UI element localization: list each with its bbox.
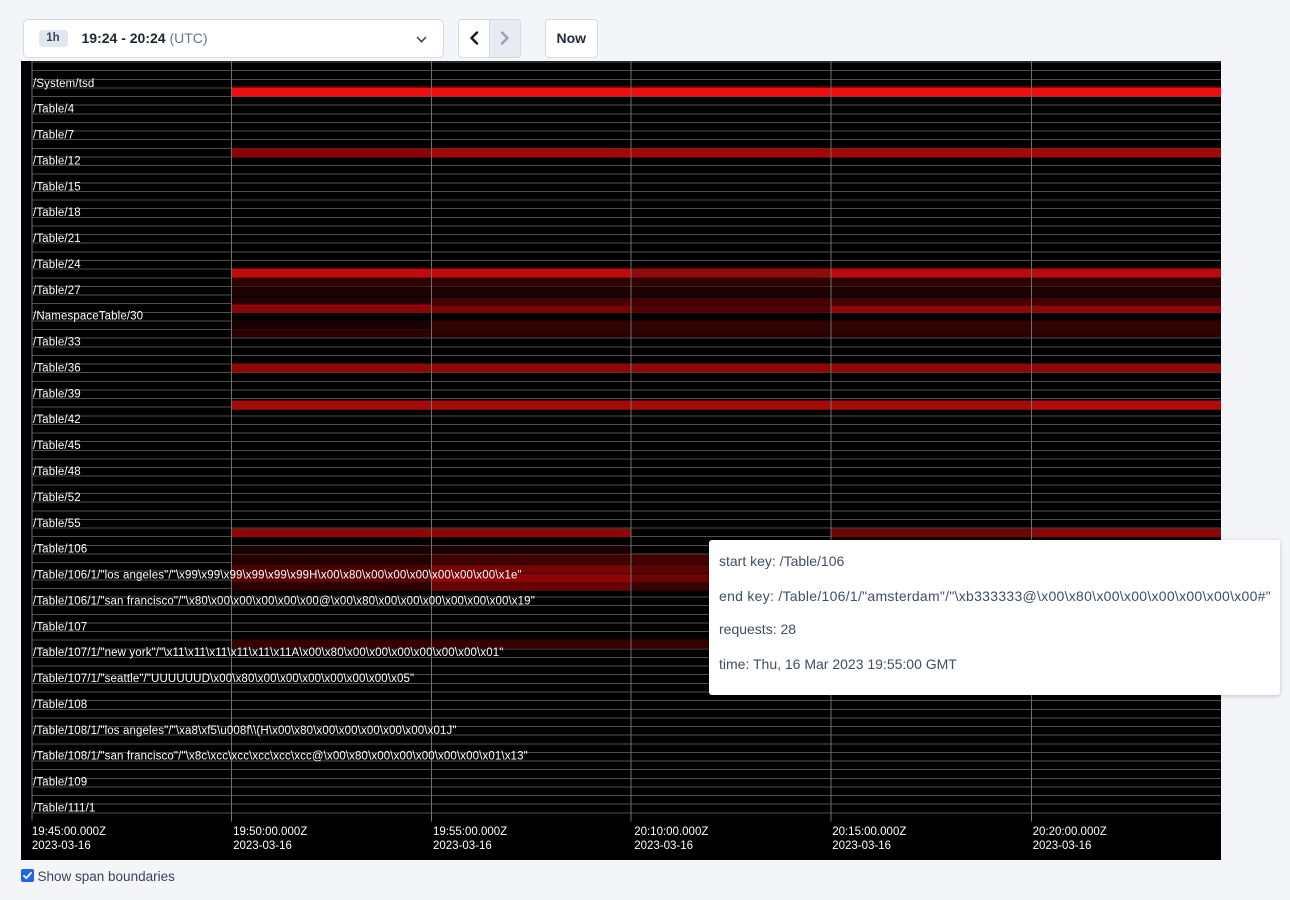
svg-text:/Table/45: /Table/45 — [33, 440, 81, 452]
svg-text:2023-03-16: 2023-03-16 — [832, 840, 891, 852]
svg-text:/Table/106/1/"los angeles"/"\x: /Table/106/1/"los angeles"/"\x99\x99\x99… — [33, 570, 522, 582]
svg-text:2023-03-16: 2023-03-16 — [31, 840, 90, 852]
svg-text:/Table/15: /Table/15 — [33, 181, 81, 193]
svg-text:/Table/7: /Table/7 — [33, 130, 74, 142]
svg-text:/Table/42: /Table/42 — [33, 414, 81, 426]
svg-text:/Table/106: /Table/106 — [33, 544, 87, 556]
svg-text:19:45:00.000Z: 19:45:00.000Z — [31, 826, 105, 838]
svg-text:/Table/48: /Table/48 — [33, 466, 81, 478]
svg-text:/Table/21: /Table/21 — [33, 233, 81, 245]
svg-text:/Table/106/1/"san francisco"/": /Table/106/1/"san francisco"/"\x80\x00\x… — [33, 595, 535, 607]
svg-text:/Table/107/1/"seattle"/"UUUUUU: /Table/107/1/"seattle"/"UUUUUUD\x00\x80\… — [33, 673, 414, 685]
svg-text:/Table/108: /Table/108 — [33, 699, 87, 711]
svg-text:/NamespaceTable/30: /NamespaceTable/30 — [33, 311, 143, 323]
svg-text:/Table/55: /Table/55 — [33, 518, 81, 530]
svg-text:20:15:00.000Z: 20:15:00.000Z — [832, 826, 906, 838]
svg-text:/Table/33: /Table/33 — [33, 337, 81, 349]
svg-text:2023-03-16: 2023-03-16 — [233, 840, 292, 852]
svg-text:/Table/52: /Table/52 — [33, 492, 81, 504]
svg-text:/Table/39: /Table/39 — [33, 388, 81, 400]
svg-text:/Table/18: /Table/18 — [33, 207, 81, 219]
svg-text:/Table/107/1/"new york"/"\x11\: /Table/107/1/"new york"/"\x11\x11\x11\x1… — [33, 647, 503, 659]
svg-text:/Table/109: /Table/109 — [33, 777, 87, 789]
svg-text:20:10:00.000Z: 20:10:00.000Z — [634, 826, 708, 838]
svg-text:19:55:00.000Z: 19:55:00.000Z — [433, 826, 507, 838]
svg-text:/Table/4: /Table/4 — [33, 104, 75, 116]
svg-text:/Table/12: /Table/12 — [33, 155, 81, 167]
svg-text:/Table/108/1/"san francisco"/": /Table/108/1/"san francisco"/"\x8c\xcc\x… — [33, 751, 528, 763]
svg-text:/System/tsd: /System/tsd — [33, 78, 94, 90]
svg-text:19:50:00.000Z: 19:50:00.000Z — [233, 826, 307, 838]
svg-text:2023-03-16: 2023-03-16 — [433, 840, 492, 852]
svg-text:/Table/24: /Table/24 — [33, 259, 81, 271]
svg-text:/Table/108/1/"los angeles"/"\x: /Table/108/1/"los angeles"/"\xa8\xf5\u00… — [33, 725, 457, 737]
svg-text:2023-03-16: 2023-03-16 — [634, 840, 693, 852]
svg-text:2023-03-16: 2023-03-16 — [1032, 840, 1091, 852]
svg-text:20:20:00.000Z: 20:20:00.000Z — [1032, 826, 1106, 838]
svg-text:/Table/27: /Table/27 — [33, 285, 81, 297]
svg-text:/Table/111/1: /Table/111/1 — [33, 802, 95, 814]
svg-text:/Table/107: /Table/107 — [33, 621, 87, 633]
svg-text:/Table/36: /Table/36 — [33, 362, 81, 374]
